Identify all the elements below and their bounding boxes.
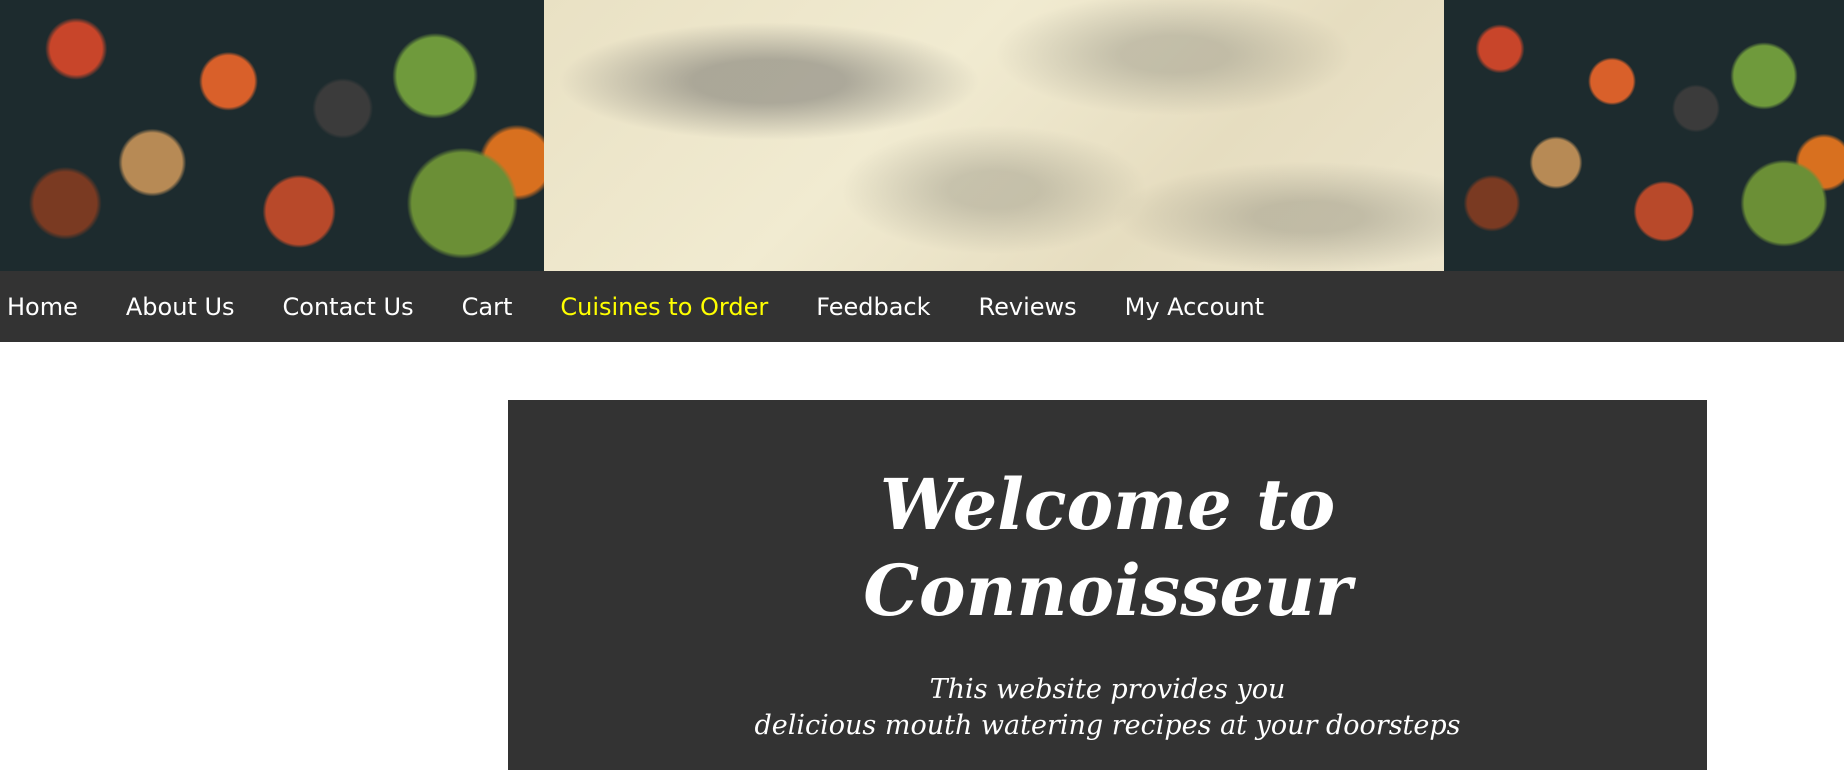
- welcome-subtitle: This website provides you delicious mout…: [508, 672, 1707, 744]
- header-banner: [0, 0, 1844, 271]
- nav-feedback-link[interactable]: Feedback: [809, 293, 954, 321]
- stone-texture-image: [544, 0, 1444, 271]
- welcome-subtitle-line-2: delicious mouth watering recipes at your…: [754, 710, 1461, 741]
- welcome-title: Welcome to Connoisseur: [863, 463, 1352, 632]
- nav-reviews-link[interactable]: Reviews: [972, 293, 1101, 321]
- welcome-subtitle-line-1: This website provides you: [929, 674, 1286, 705]
- spices-image-right: [1444, 0, 1844, 271]
- nav-about-us-link[interactable]: About Us: [119, 293, 259, 321]
- nav-cuisines-to-order-link[interactable]: Cuisines to Order: [553, 293, 792, 321]
- nav-home-link[interactable]: Home: [0, 293, 102, 321]
- main-navbar: Home About Us Contact Us Cart Cuisines t…: [0, 271, 1844, 342]
- nav-contact-us-link[interactable]: Contact Us: [276, 293, 438, 321]
- welcome-panel: Welcome to Connoisseur This website prov…: [508, 400, 1707, 770]
- spices-image-left: [0, 0, 544, 271]
- nav-cart-link[interactable]: Cart: [455, 293, 537, 321]
- nav-my-account-link[interactable]: My Account: [1118, 293, 1288, 321]
